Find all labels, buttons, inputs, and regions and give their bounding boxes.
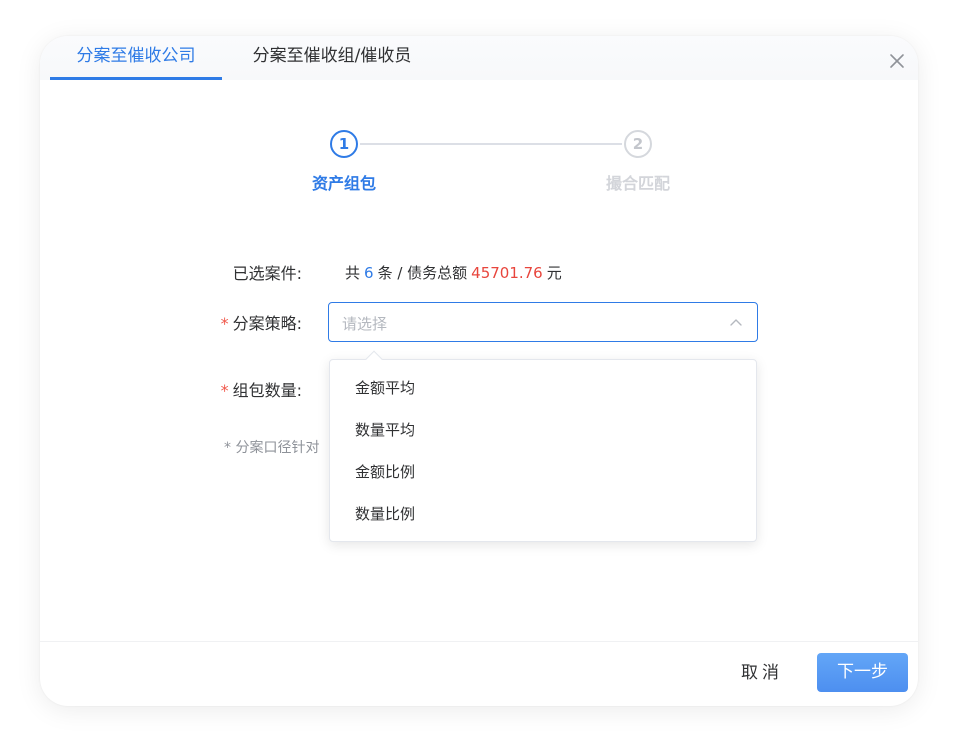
required-mark: * xyxy=(220,314,229,333)
step-1-title: 资产组包 xyxy=(311,174,376,193)
strategy-label-text: 分案策略: xyxy=(232,314,302,333)
selected-cases-summary: 共6条 / 债务总额 45701.76 元 xyxy=(345,262,562,283)
step-2-indicator: 2 xyxy=(624,130,652,158)
strategy-dropdown: 金额平均 数量平均 金额比例 数量比例 xyxy=(329,350,757,542)
next-step-button[interactable]: 下一步 xyxy=(817,653,908,692)
selected-cases-label: 已选案件: xyxy=(232,264,302,283)
dropdown-option-count-average[interactable]: 数量平均 xyxy=(330,412,756,448)
debt-total-amount: 45701.76 xyxy=(471,264,543,282)
chevron-up-icon xyxy=(730,319,742,326)
required-mark: * xyxy=(220,381,229,400)
package-count-label-text: 组包数量: xyxy=(232,381,302,400)
dropdown-arrow xyxy=(365,350,383,368)
step-connector xyxy=(360,143,622,145)
strategy-note: * 分案口径针对 xyxy=(224,440,320,456)
footer-divider xyxy=(40,641,918,642)
package-count-label: * 组包数量: xyxy=(142,377,302,401)
summary-middle: 条 / 债务总额 xyxy=(377,264,468,282)
dropdown-option-amount-ratio[interactable]: 金额比例 xyxy=(330,454,756,490)
case-count: 6 xyxy=(364,264,374,282)
tab-bar: 分案至催收公司 分案至催收组/催收员 xyxy=(40,36,918,80)
summary-prefix: 共 xyxy=(345,264,361,282)
tab-assign-to-group-or-collector[interactable]: 分案至催收组/催收员 xyxy=(232,36,432,80)
strategy-label: * 分案策略: xyxy=(142,310,302,334)
strategy-placeholder: 请选择 xyxy=(342,315,388,333)
dialog: 分案至催收公司 分案至催收组/催收员 1 2 资产组包 撮合匹配 已选案件: 共… xyxy=(40,36,918,706)
step-1-indicator: 1 xyxy=(330,130,358,158)
active-tab-indicator xyxy=(50,77,222,80)
close-icon[interactable] xyxy=(888,52,906,70)
summary-suffix: 元 xyxy=(546,264,562,282)
tab-assign-to-company[interactable]: 分案至催收公司 xyxy=(50,36,222,80)
strategy-select[interactable]: 请选择 xyxy=(328,302,758,342)
dropdown-option-amount-average[interactable]: 金额平均 xyxy=(330,370,756,406)
cancel-button[interactable]: 取消 xyxy=(730,654,794,692)
step-2-title: 撮合匹配 xyxy=(605,174,670,193)
dropdown-option-count-ratio[interactable]: 数量比例 xyxy=(330,496,756,532)
